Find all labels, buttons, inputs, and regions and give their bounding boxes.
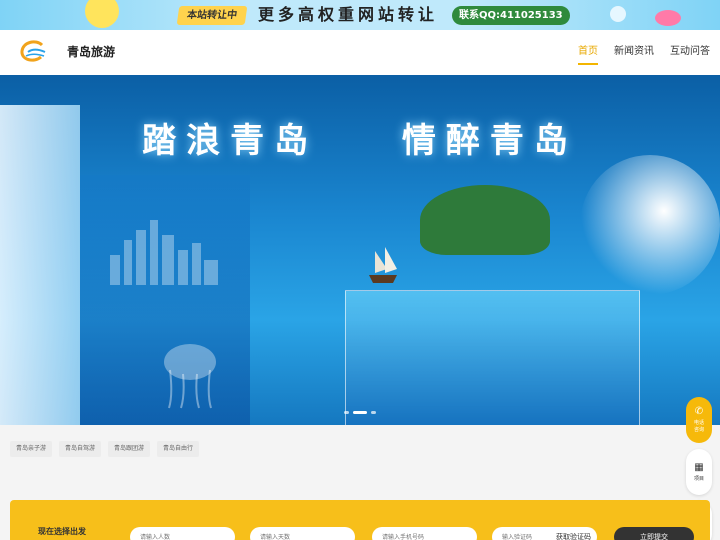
ad-contact[interactable]: 联系QQ:411025133 bbox=[452, 6, 570, 25]
site-name[interactable]: 青岛旅游 bbox=[67, 44, 115, 60]
main-nav: 首页 新闻资讯 互动问答 bbox=[578, 45, 710, 65]
ad-decoration bbox=[610, 6, 626, 22]
tag-family-tour[interactable]: 青岛亲子游 bbox=[10, 441, 53, 457]
jellyfish-icon bbox=[164, 344, 216, 409]
nav-item-qa[interactable]: 互动问答 bbox=[670, 45, 710, 59]
category-tags: 青岛亲子游 青岛自驾游 青岛跟团游 青岛自由行 bbox=[10, 441, 200, 457]
ad-decoration bbox=[85, 0, 119, 28]
hero-carousel[interactable]: 踏浪青岛 情醉青岛 bbox=[0, 75, 720, 425]
site-logo-icon[interactable] bbox=[18, 40, 48, 64]
form-title: 现在选择出发 bbox=[38, 527, 86, 536]
phone-icon: ✆ bbox=[694, 406, 704, 417]
people-count-input[interactable] bbox=[130, 527, 235, 540]
tag-group-tour[interactable]: 青岛跟团游 bbox=[108, 441, 151, 457]
nav-item-news[interactable]: 新闻资讯 bbox=[614, 45, 654, 59]
days-count-input[interactable] bbox=[250, 527, 355, 540]
nav-item-home[interactable]: 首页 bbox=[578, 45, 598, 65]
hero-wave bbox=[580, 155, 720, 295]
ad-headline: 更多高权重网站转让 bbox=[258, 5, 439, 24]
top-ad-banner[interactable]: 本站转让中 更多高权重网站转让 联系QQ:411025133 bbox=[0, 0, 720, 30]
carousel-dot[interactable] bbox=[344, 411, 349, 414]
carousel-indicators bbox=[344, 411, 376, 414]
tag-independent-travel[interactable]: 青岛自由行 bbox=[157, 441, 200, 457]
ad-badge: 本站转让中 bbox=[176, 6, 248, 25]
hero-island bbox=[420, 185, 550, 255]
hero-title-right: 情醉青岛 bbox=[401, 121, 578, 161]
project-button[interactable]: ▦ 项目 bbox=[686, 449, 712, 495]
hero-skyline-illustration bbox=[110, 220, 218, 285]
submit-button[interactable]: 立即提交 bbox=[614, 527, 694, 540]
carousel-dot[interactable] bbox=[371, 411, 376, 414]
carousel-dot-active[interactable] bbox=[353, 411, 367, 414]
phone-consult-button[interactable]: ✆ 电话 咨询 bbox=[686, 397, 712, 443]
ship-icon bbox=[369, 247, 397, 283]
tag-self-drive[interactable]: 青岛自驾游 bbox=[59, 441, 102, 457]
get-code-button[interactable]: 获取验证码 bbox=[556, 532, 591, 540]
hero-title: 踏浪青岛 情醉青岛 bbox=[0, 113, 720, 162]
project-label: 项目 bbox=[693, 475, 704, 482]
phone-number-input[interactable] bbox=[372, 527, 477, 540]
ad-decoration bbox=[655, 10, 681, 26]
phone-consult-label: 电话 咨询 bbox=[693, 420, 704, 433]
hero-title-left: 踏浪青岛 bbox=[142, 121, 319, 161]
booking-form: 现在选择出发 获取验证码 立即提交 bbox=[10, 500, 710, 540]
site-header: 青岛旅游 首页 新闻资讯 互动问答 bbox=[0, 30, 720, 75]
hero-aquarium-cube bbox=[345, 290, 640, 425]
grid-icon: ▦ bbox=[694, 461, 704, 473]
